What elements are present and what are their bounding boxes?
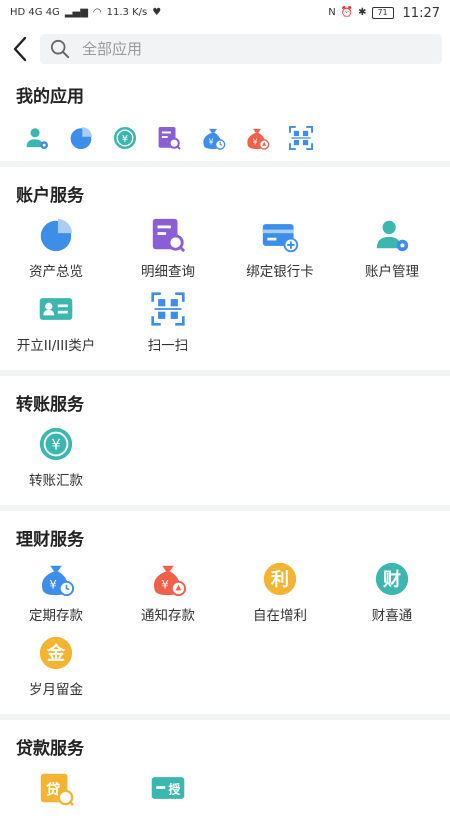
scan-icon[interactable] — [288, 125, 314, 151]
transfer-services-section: 转账服务 ¥ 转账汇款 — [0, 376, 450, 505]
svg-text:授: 授 — [168, 782, 180, 796]
search-input[interactable] — [80, 39, 432, 59]
wealth-services-section: 理财服务 ¥ 定期存款 ¥ 通知存款 利 自在增利 财 财喜通 金 岁月留金 — [0, 511, 450, 714]
svg-text:¥: ¥ — [162, 578, 169, 592]
bind-card-item[interactable]: 绑定银行卡 — [224, 216, 336, 280]
section-title: 转账服务 — [16, 395, 84, 415]
wifi-icon: ◠ — [92, 7, 102, 18]
nfc-icon: N — [328, 7, 336, 18]
chevron-left-icon — [13, 36, 27, 62]
caixitong-item[interactable]: 财 财喜通 — [336, 560, 448, 624]
back-button[interactable] — [6, 32, 34, 66]
transfer-remit-item[interactable]: ¥ 转账汇款 — [0, 425, 112, 489]
notice-deposit-item[interactable]: ¥ 通知存款 — [112, 560, 224, 624]
loan-services-section: 贷款服务 贷 授 — [0, 720, 450, 829]
asset-overview-item[interactable]: 资产总览 — [0, 216, 112, 280]
item-label: 通知存款 — [141, 608, 195, 624]
app-header — [0, 26, 450, 72]
detail-query-icon[interactable] — [156, 125, 182, 151]
svg-text:金: 金 — [46, 643, 66, 665]
account-manage-icon — [376, 220, 409, 252]
speed-text: 11.3 K/s — [106, 7, 148, 18]
section-title: 理财服务 — [16, 530, 84, 550]
item-label: 开立II/III类户 — [16, 338, 96, 354]
zizai-profit-item[interactable]: 利 自在增利 — [224, 560, 336, 624]
fixed-deposit-item[interactable]: ¥ 定期存款 — [0, 560, 112, 624]
account-manage-item[interactable]: 账户管理 — [336, 216, 448, 280]
fixed-deposit-icon[interactable]: ¥ — [200, 125, 226, 151]
item-label: 账户管理 — [365, 264, 419, 280]
svg-text:¥: ¥ — [122, 134, 128, 145]
detail-query-icon — [152, 218, 186, 253]
search-bar[interactable] — [40, 34, 442, 64]
search-icon — [50, 39, 70, 59]
suiyue-gold-item[interactable]: 金 岁月留金 — [0, 634, 112, 698]
section-title: 我的应用 — [16, 87, 84, 107]
svg-text:利: 利 — [271, 569, 289, 591]
svg-text:¥: ¥ — [209, 138, 214, 147]
item-label: 财喜通 — [371, 608, 413, 624]
item-label: 自在增利 — [253, 608, 307, 624]
loan-item[interactable]: 贷 — [0, 769, 112, 813]
item-label: 绑定银行卡 — [246, 264, 314, 280]
open-account-icon — [39, 298, 73, 320]
scan-item[interactable]: 扫一扫 — [112, 290, 224, 354]
my-apps-section: 我的应用 ¥ ¥ ¥ — [0, 72, 450, 161]
wealth-services-grid: ¥ 定期存款 ¥ 通知存款 利 自在增利 财 财喜通 金 岁月留金 — [0, 560, 450, 708]
svg-text:¥: ¥ — [51, 438, 60, 454]
asset-pie-icon[interactable] — [68, 125, 94, 151]
svg-text:¥: ¥ — [253, 138, 258, 147]
detail-query-item[interactable]: 明细查询 — [112, 216, 224, 280]
item-label: 转账汇款 — [29, 473, 83, 489]
section-title: 贷款服务 — [16, 739, 84, 759]
cai-icon: 财 — [375, 562, 409, 596]
item-label: 资产总览 — [29, 264, 83, 280]
loan-calendar-icon: 贷 — [40, 773, 74, 806]
my-apps-row: ¥ ¥ ¥ — [0, 117, 450, 155]
loan-card-icon: 授 — [151, 777, 185, 799]
yuan-transfer-icon[interactable]: ¥ — [112, 125, 138, 151]
li-profit-icon: 利 — [263, 562, 297, 596]
clock-time: 11:27 — [402, 5, 440, 21]
account-manage-icon[interactable] — [24, 125, 50, 151]
notice-deposit-icon[interactable]: ¥ — [244, 125, 270, 151]
status-left: HD 4G 4G ▂▄▆ ◠ 11.3 K/s ♥ — [10, 8, 161, 18]
network-indicator: HD 4G 4G — [10, 7, 60, 18]
yuan-transfer-icon: ¥ — [39, 427, 73, 461]
bind-card-icon — [262, 224, 299, 253]
fixed-deposit-icon: ¥ — [41, 565, 75, 597]
item-label: 定期存款 — [29, 608, 83, 624]
account-services-grid: 资产总览 明细查询 绑定银行卡 账户管理 开立II/III类户 扫一扫 — [0, 216, 450, 364]
item-label: 岁月留金 — [29, 682, 83, 698]
bluetooth-icon: ✱ — [358, 7, 367, 18]
item-label: 明细查询 — [141, 264, 195, 280]
battery-icon: 71 — [371, 7, 394, 19]
transfer-services-grid: ¥ 转账汇款 — [0, 425, 450, 499]
item-label: 扫一扫 — [147, 338, 189, 354]
svg-text:财: 财 — [383, 569, 401, 591]
status-right: N ⏰ ✱ 71 11:27 — [328, 6, 440, 21]
asset-pie-icon — [40, 218, 73, 252]
scan-icon — [151, 292, 185, 326]
svg-text:¥: ¥ — [50, 578, 57, 592]
loan-card-item[interactable]: 授 — [112, 769, 224, 813]
notice-deposit-icon: ¥ — [153, 565, 187, 597]
status-bar: HD 4G 4G ▂▄▆ ◠ 11.3 K/s ♥ N ⏰ ✱ 71 11:27 — [0, 0, 450, 26]
signal-icon: ▂▄▆ — [64, 7, 88, 18]
section-title: 账户服务 — [16, 186, 84, 206]
account-services-section: 账户服务 资产总览 明细查询 绑定银行卡 账户管理 开立II/III类户 扫一扫 — [0, 167, 450, 370]
loan-services-grid: 贷 授 — [0, 769, 450, 823]
alarm-icon: ⏰ — [340, 7, 354, 18]
open-account-item[interactable]: 开立II/III类户 — [0, 290, 112, 354]
jin-gold-icon: 金 — [39, 636, 73, 670]
heart-icon: ♥ — [152, 7, 162, 18]
